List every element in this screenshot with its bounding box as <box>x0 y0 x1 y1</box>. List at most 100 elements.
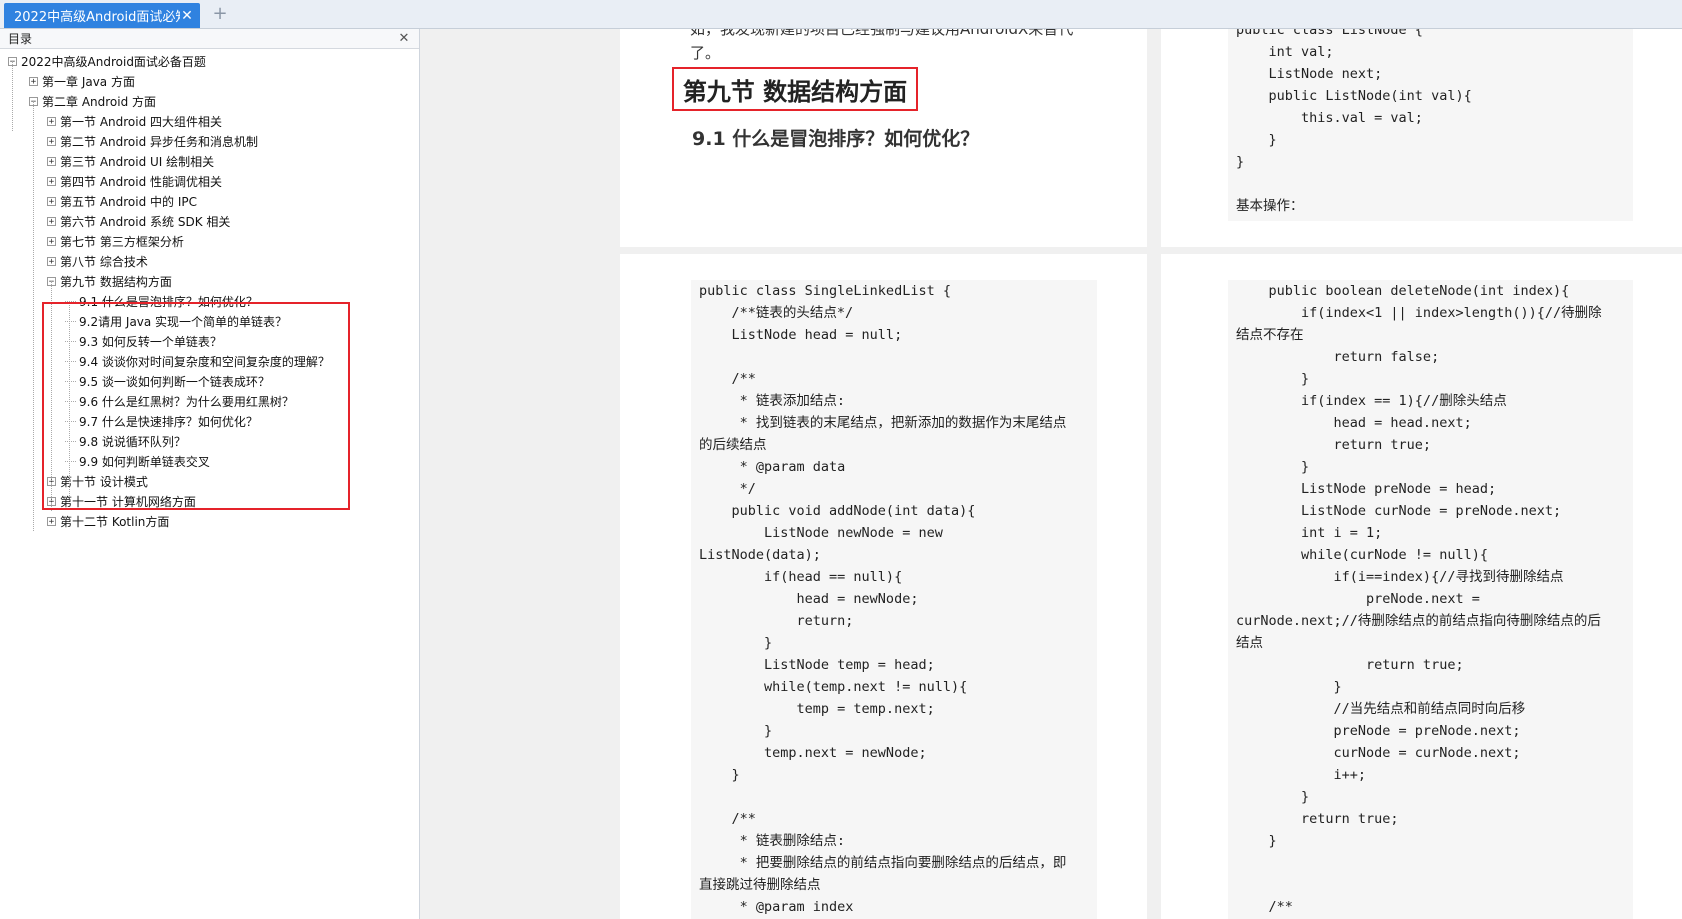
toc-item[interactable]: + 第十节 设计模式 <box>47 471 148 491</box>
deletenode-code-line: public boolean deleteNode(int index){ <box>1236 283 1570 299</box>
tree-connector <box>65 440 76 442</box>
toc-item-label: 第八节 综合技术 <box>60 254 148 269</box>
toc-item[interactable]: −2022中高级Android面试必备百题 <box>8 51 206 71</box>
tree-guide-line <box>69 301 70 496</box>
singlelinkedlist-code-line: /** <box>699 811 756 827</box>
singlelinkedlist-code-line: ListNode head = null; <box>699 327 903 343</box>
listnode-code-line: this.val = val; <box>1236 110 1423 126</box>
singlelinkedlist-code-line: ListNode(data); <box>699 547 821 563</box>
deletenode-code-line: ListNode preNode = head; <box>1236 481 1497 497</box>
question-title: 9.1 什么是冒泡排序？如何优化？ <box>692 128 980 150</box>
singlelinkedlist-code-line: * 链表删除结点: <box>699 833 846 849</box>
document-tab[interactable]: 2022中高级Android面试必知百题 ✕ <box>4 3 200 28</box>
singlelinkedlist-code-line: } <box>699 767 740 783</box>
singlelinkedlist-code-line: 的后续结点 <box>699 437 767 453</box>
code-block-listnode: public class ListNode { int val; ListNod… <box>1228 29 1633 221</box>
code-block-singlelinkedlist: public class SingleLinkedList { /**链表的头结… <box>691 280 1097 919</box>
expand-icon[interactable]: + <box>47 256 56 266</box>
toc-item[interactable]: − 第九节 数据结构方面 <box>47 271 172 291</box>
toc-item[interactable]: + 第四节 Android 性能调优相关 <box>47 171 222 191</box>
code-block-deletenode: public boolean deleteNode(int index){ if… <box>1228 280 1633 919</box>
expand-icon[interactable]: + <box>47 176 56 186</box>
toc-subitem[interactable]: 9.3 如何反转一个单链表？ <box>65 331 222 351</box>
toc-item[interactable]: + 第一节 Android 四大组件相关 <box>47 111 222 131</box>
deletenode-code-line <box>1236 874 1633 896</box>
toc-item[interactable]: + 第一章 Java 方面 <box>29 71 135 91</box>
deletenode-code-line: curNode.next;//待删除结点的前结点指向待删除结点的后 <box>1236 613 1601 629</box>
expand-icon[interactable]: + <box>47 196 56 206</box>
tab-close-icon[interactable]: ✕ <box>180 9 194 23</box>
deletenode-code-line: while(curNode != null){ <box>1236 547 1488 563</box>
toc-subitem[interactable]: 9.1 什么是冒泡排序？如何优化？ <box>65 291 258 311</box>
toc-item-label: 9.5 谈一谈如何判断一个链表成环？ <box>79 374 270 389</box>
deletenode-code-line: curNode = curNode.next; <box>1236 745 1521 761</box>
toc-item[interactable]: + 第十二节 Kotlin方面 <box>47 511 169 531</box>
toc-item-label: 9.4 谈谈你对时间复杂度和空间复杂度的理解？ <box>79 354 330 369</box>
section-title-text: 第九节 数据结构方面 <box>682 77 908 106</box>
singlelinkedlist-code-line: * 链表添加结点: <box>699 393 846 409</box>
listnode-code-line <box>1236 173 1633 195</box>
toc-subitem[interactable]: 9.8 说说循环队列？ <box>65 431 186 451</box>
fragment-line: 如，我发现新建的项目已经强制与建议用AndroidX来替代 <box>690 29 1074 38</box>
toc-item[interactable]: − 第二章 Android 方面 <box>29 91 156 111</box>
singlelinkedlist-code-line: */ <box>699 481 756 497</box>
toc-item[interactable]: + 第七节 第三方框架分析 <box>47 231 184 251</box>
toc-item-label: 9.8 说说循环队列？ <box>79 434 186 449</box>
tree-connector <box>65 340 76 342</box>
listnode-code-line: } <box>1236 154 1245 170</box>
toc-item-label: 9.2请用 Java 实现一个简单的单链表？ <box>79 314 288 329</box>
toc-subitem[interactable]: 9.9 如何判断单链表交叉 <box>65 451 210 471</box>
deletenode-code-line: } <box>1236 371 1310 387</box>
expand-icon[interactable]: + <box>29 76 38 86</box>
toc-sidebar: 目录 ✕ −2022中高级Android面试必备百题 + 第一章 Java 方面 − 第… <box>0 29 420 919</box>
toc-item[interactable]: + 第六节 Android 系统 SDK 相关 <box>47 211 230 231</box>
deletenode-code-line: return false; <box>1236 349 1440 365</box>
deletenode-code-line: ListNode curNode = preNode.next; <box>1236 503 1562 519</box>
deletenode-code-line: preNode.next = <box>1236 591 1480 607</box>
toc-item-label: 9.3 如何反转一个单链表？ <box>79 334 222 349</box>
toc-item-label: 第三节 Android UI 绘制相关 <box>60 154 215 169</box>
singlelinkedlist-code-line: if(head == null){ <box>699 569 903 585</box>
toc-subitem[interactable]: 9.7 什么是快速排序？如何优化？ <box>65 411 258 431</box>
fragment-line: 了。 <box>690 44 721 62</box>
toc-item-label: 9.7 什么是快速排序？如何优化？ <box>79 414 258 429</box>
new-tab-icon[interactable]: + <box>210 4 230 24</box>
toc-subitem[interactable]: 9.5 谈一谈如何判断一个链表成环？ <box>65 371 270 391</box>
toc-item[interactable]: + 第三节 Android UI 绘制相关 <box>47 151 214 171</box>
toc-subitem[interactable]: 9.6 什么是红黑树？为什么要用红黑树？ <box>65 391 294 411</box>
document-tab-label: 2022中高级Android面试必知百题 <box>14 10 180 25</box>
close-icon[interactable]: ✕ <box>397 31 411 46</box>
document-view[interactable]: 如，我发现新建的项目已经强制与建议用AndroidX来替代 了。 public … <box>420 29 1682 919</box>
toc-item-label: 第一节 Android 四大组件相关 <box>60 114 223 129</box>
singlelinkedlist-code-line: head = newNode; <box>699 591 919 607</box>
singlelinkedlist-code-line: public void addNode(int data){ <box>699 503 976 519</box>
toc-item-label: 第四节 Android 性能调优相关 <box>60 174 223 189</box>
tree-guide-line <box>51 281 52 511</box>
section-title: 第九节 数据结构方面 <box>672 67 918 111</box>
expand-icon[interactable]: + <box>47 516 56 526</box>
toc-title: 目录 <box>8 32 33 46</box>
deletenode-code-line: } <box>1236 833 1277 849</box>
tree-connector <box>65 380 76 382</box>
deletenode-code-line: i++; <box>1236 767 1367 783</box>
toc-item-label: 第一章 Java 方面 <box>42 74 135 89</box>
singlelinkedlist-code-line: * @param data <box>699 459 846 475</box>
toc-subitem[interactable]: 9.2请用 Java 实现一个简单的单链表？ <box>65 311 287 331</box>
deletenode-code-line: /** <box>1236 899 1293 915</box>
toc-item[interactable]: + 第八节 综合技术 <box>47 251 148 271</box>
toc-subitem[interactable]: 9.4 谈谈你对时间复杂度和空间复杂度的理解？ <box>65 351 330 371</box>
singlelinkedlist-code-line: } <box>699 723 773 739</box>
listnode-code-line: 基本操作： <box>1236 198 1304 214</box>
expand-icon[interactable]: + <box>47 116 56 126</box>
tree-guide-line <box>12 61 13 131</box>
listnode-code-line: int val; <box>1236 44 1334 60</box>
expand-icon[interactable]: + <box>47 216 56 226</box>
expand-icon[interactable]: + <box>47 236 56 246</box>
expand-icon[interactable]: + <box>47 156 56 166</box>
singlelinkedlist-code-line: /** <box>699 371 756 387</box>
deletenode-code-line: 结点不存在 <box>1236 327 1304 343</box>
toc-item[interactable]: + 第五节 Android 中的 IPC <box>47 191 197 211</box>
toc-item[interactable]: + 第二节 Android 异步任务和消息机制 <box>47 131 258 151</box>
expand-icon[interactable]: + <box>47 136 56 146</box>
toc-item-label: 9.1 什么是冒泡排序？如何优化？ <box>79 294 258 309</box>
